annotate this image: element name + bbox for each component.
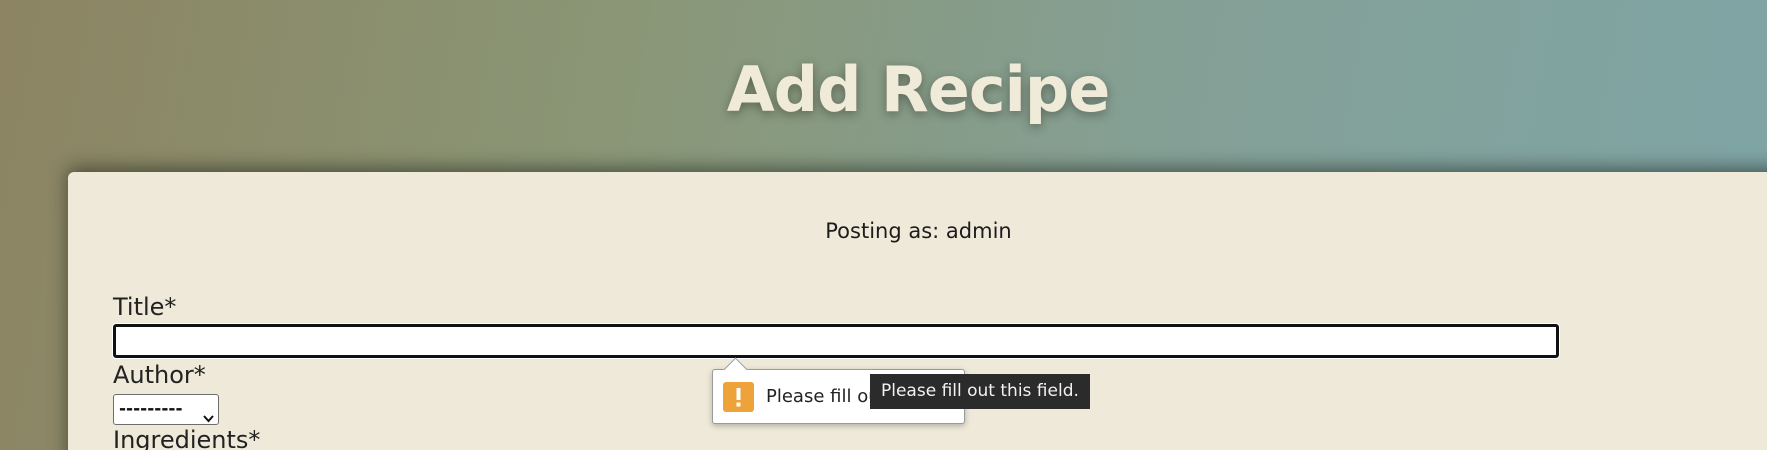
validation-tooltip: Please fill out this field. [870, 374, 1090, 409]
page-title: Add Recipe [726, 53, 1111, 126]
author-selected-value: --------- [119, 399, 183, 419]
title-label: Title* [113, 293, 177, 321]
posting-as-text: Posting as: admin [825, 219, 1012, 243]
exclamation-icon [723, 382, 754, 412]
author-select[interactable]: --------- [113, 394, 219, 425]
ingredients-label: Ingredients* [113, 426, 261, 450]
chevron-down-icon [203, 404, 214, 423]
title-input[interactable] [112, 323, 1560, 359]
author-label: Author* [113, 361, 206, 389]
